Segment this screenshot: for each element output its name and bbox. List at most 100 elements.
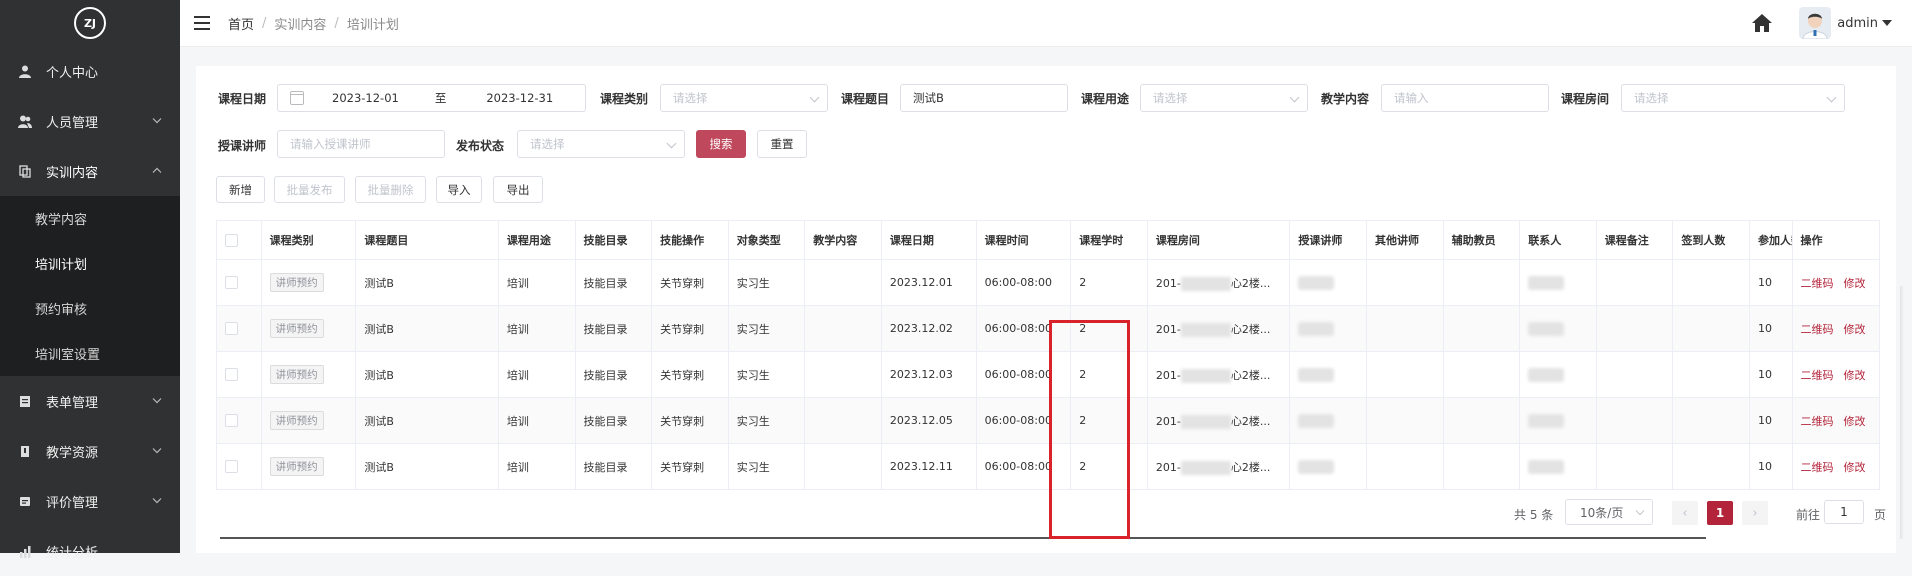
- sidebar-item-resources[interactable]: 教学资源: [0, 426, 180, 476]
- chevron-down-icon: [152, 396, 162, 407]
- reset-button[interactable]: 重置: [757, 130, 807, 158]
- prev-page-button[interactable]: ‹: [1672, 501, 1698, 525]
- edit-link[interactable]: 修改: [1844, 461, 1866, 474]
- edit-link[interactable]: 修改: [1844, 277, 1866, 290]
- blurred-text: [1298, 275, 1335, 290]
- col-header: 课程类别: [261, 220, 357, 260]
- col-header: 授课讲师: [1289, 220, 1368, 260]
- edit-link[interactable]: 修改: [1844, 415, 1866, 428]
- col-header: 技能操作: [651, 220, 729, 260]
- home-icon[interactable]: [1751, 12, 1773, 34]
- qrcode-link[interactable]: 二维码: [1801, 461, 1834, 474]
- add-button[interactable]: 新增: [216, 176, 265, 203]
- edit-link[interactable]: 修改: [1844, 369, 1866, 382]
- qrcode-link[interactable]: 二维码: [1801, 369, 1834, 382]
- table-row[interactable]: 讲师预约 测试B 培训 技能目录 关节穿刺 实习生 2023.12.03 06:…: [216, 351, 1881, 398]
- col-header: 签到人数: [1672, 220, 1750, 260]
- page-size-select[interactable]: 10条/页: [1565, 499, 1653, 525]
- cell-other-teacher: [1366, 443, 1444, 490]
- course-use-select[interactable]: 请选择: [1140, 84, 1308, 112]
- sidebar-subitem-teaching-content[interactable]: 教学内容: [0, 196, 180, 241]
- user-name[interactable]: admin: [1837, 16, 1878, 31]
- cell-target: 实习生: [728, 397, 806, 444]
- course-date-range[interactable]: 2023-12-01 至 2023-12-31: [277, 84, 586, 112]
- publish-status-select[interactable]: 请选择: [517, 130, 685, 158]
- blurred-text: [1528, 321, 1565, 336]
- teacher-input[interactable]: 请输入授课讲师: [277, 130, 445, 158]
- sidebar-item-forms[interactable]: 表单管理: [0, 376, 180, 426]
- select-all-cell[interactable]: [216, 220, 262, 260]
- user-icon: [18, 64, 32, 78]
- import-button[interactable]: 导入: [436, 176, 482, 203]
- avatar[interactable]: [1799, 7, 1832, 39]
- breadcrumb-training-content[interactable]: 实训内容: [274, 14, 326, 33]
- row-checkbox[interactable]: [225, 368, 238, 382]
- qrcode-link[interactable]: 二维码: [1801, 323, 1834, 336]
- cell-signin: [1672, 397, 1750, 444]
- row-checkbox[interactable]: [225, 460, 238, 474]
- row-checkbox[interactable]: [225, 414, 238, 428]
- blurred-text: [1298, 367, 1335, 382]
- cell-contact: [1519, 305, 1597, 352]
- sidebar-item-training-content[interactable]: 实训内容: [0, 146, 180, 196]
- batch-delete-button[interactable]: 批量删除: [355, 176, 426, 203]
- cell-teacher: [1289, 443, 1368, 490]
- main-card: 课程日期 2023-12-01 至 2023-12-31 课程类别 请选择 课程…: [196, 66, 1904, 553]
- sidebar-subitem-room-settings[interactable]: 培训室设置: [0, 331, 180, 376]
- sidebar-subitem-booking-review[interactable]: 预约审核: [0, 286, 180, 331]
- table-row[interactable]: 讲师预约 测试B 培训 技能目录 关节穿刺 实习生 2023.12.01 06:…: [216, 259, 1881, 306]
- teaching-content-input[interactable]: 请输入: [1381, 84, 1549, 112]
- cell-content: [804, 397, 882, 444]
- sidebar-subitem-training-plan[interactable]: 培训计划: [0, 241, 180, 286]
- table-row[interactable]: 讲师预约 测试B 培训 技能目录 关节穿刺 实习生 2023.12.02 06:…: [216, 305, 1881, 352]
- edit-link[interactable]: 修改: [1844, 323, 1866, 336]
- sidebar-item-staff[interactable]: 人员管理: [0, 96, 180, 146]
- cell-use: 培训: [498, 397, 576, 444]
- row-select-cell[interactable]: [216, 443, 262, 490]
- row-checkbox[interactable]: [225, 322, 238, 336]
- blurred-text: [1180, 368, 1231, 383]
- sidebar-item-statistics[interactable]: 统计分析: [0, 526, 180, 576]
- course-use-placeholder: 请选择: [1153, 91, 1188, 105]
- teaching-content-label: 教学内容: [1321, 92, 1370, 106]
- row-select-cell[interactable]: [216, 259, 262, 306]
- row-select-cell[interactable]: [216, 351, 262, 398]
- status-badge: 讲师预约: [269, 457, 324, 476]
- cell-hours: 2: [1070, 259, 1148, 306]
- col-header: 课程用途: [498, 220, 576, 260]
- course-title-input[interactable]: 测试B: [900, 84, 1068, 112]
- course-room-select[interactable]: 请选择: [1621, 84, 1845, 112]
- cell-hours: 2: [1070, 305, 1148, 352]
- breadcrumb-home[interactable]: 首页: [228, 14, 254, 33]
- batch-publish-button[interactable]: 批量发布: [274, 176, 345, 203]
- qrcode-link[interactable]: 二维码: [1801, 415, 1834, 428]
- sidebar-item-label: 个人中心: [46, 65, 99, 81]
- search-button[interactable]: 搜索: [696, 130, 746, 158]
- select-all-checkbox[interactable]: [225, 233, 238, 247]
- page-number-1[interactable]: 1: [1707, 501, 1733, 525]
- goto-page-input[interactable]: 1: [1824, 500, 1864, 524]
- table-row[interactable]: 讲师预约 测试B 培训 技能目录 关节穿刺 实习生 2023.12.05 06:…: [216, 397, 1881, 444]
- blurred-text: [1528, 275, 1565, 290]
- menu-toggle-icon[interactable]: [194, 16, 210, 30]
- caret-down-icon[interactable]: [1882, 20, 1892, 26]
- row-select-cell[interactable]: [216, 305, 262, 352]
- status-badge: 讲师预约: [269, 411, 324, 430]
- cell-room: 201- 心2楼...: [1147, 305, 1291, 352]
- row-select-cell[interactable]: [216, 397, 262, 444]
- table-row[interactable]: 讲师预约 测试B 培训 技能目录 关节穿刺 实习生 2023.12.11 06:…: [216, 443, 1881, 490]
- course-date-label: 课程日期: [218, 92, 267, 106]
- export-button[interactable]: 导出: [493, 176, 543, 203]
- sidebar-item-label: 评价管理: [46, 495, 99, 511]
- cell-remark: [1596, 259, 1674, 306]
- sidebar-item-evaluation[interactable]: 评价管理: [0, 476, 180, 526]
- horizontal-scrollbar[interactable]: [220, 537, 1706, 539]
- table-header-row: 课程类别 课程题目 课程用途 技能目录 技能操作 对象类型 教学内容 课程日期 …: [216, 220, 1881, 260]
- row-checkbox[interactable]: [225, 276, 238, 290]
- sidebar-item-personal-center[interactable]: 个人中心: [0, 46, 180, 96]
- course-title-label: 课程题目: [841, 92, 890, 106]
- course-type-select[interactable]: 请选择: [660, 84, 828, 112]
- status-badge: 讲师预约: [269, 273, 324, 292]
- qrcode-link[interactable]: 二维码: [1801, 277, 1834, 290]
- next-page-button[interactable]: ›: [1742, 501, 1768, 525]
